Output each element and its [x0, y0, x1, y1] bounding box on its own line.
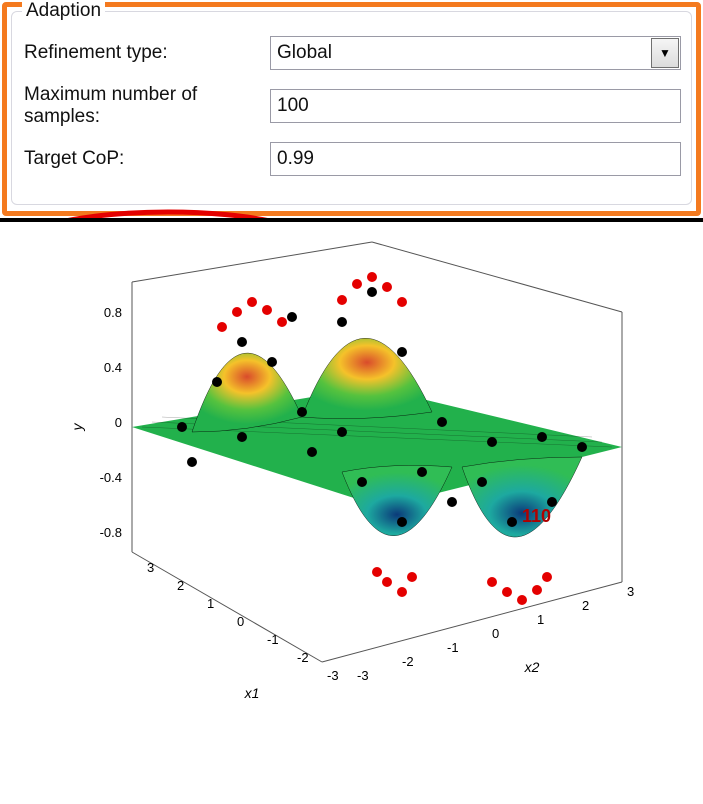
svg-text:3: 3	[627, 584, 634, 599]
svg-text:-0.4: -0.4	[99, 470, 121, 485]
input-target-cop[interactable]	[270, 142, 681, 176]
svg-text:-2: -2	[297, 650, 309, 665]
x1-axis-ticks: 3 2 1 0 -1 -2 -3	[147, 560, 339, 683]
svg-text:2: 2	[177, 578, 184, 593]
svg-text:0: 0	[114, 415, 121, 430]
svg-text:0: 0	[492, 626, 499, 641]
x1-axis-label: x1	[243, 685, 259, 701]
svg-text:1: 1	[537, 612, 544, 627]
svg-text:1: 1	[207, 596, 214, 611]
surface-valley-1	[342, 465, 452, 535]
svg-text:0.8: 0.8	[103, 305, 121, 320]
svg-text:2: 2	[582, 598, 589, 613]
x2-axis-label: x2	[523, 659, 539, 675]
z-axis-ticks: 0.8 0.4 0 -0.4 -0.8	[99, 305, 121, 540]
label-target-cop: Target CoP:	[22, 148, 270, 170]
svg-text:-0.8: -0.8	[99, 525, 121, 540]
x2-axis-ticks: -3 -2 -1 0 1 2 3	[357, 584, 634, 683]
plot-annotation-110: 110	[522, 506, 551, 526]
svg-text:-3: -3	[357, 668, 369, 683]
surface-plot-3d: 0.8 0.4 0 -0.4 -0.8 y 3 2 1 0 -1 -2 -3 x…	[0, 218, 703, 712]
svg-text:-1: -1	[447, 640, 459, 655]
svg-text:-1: -1	[267, 632, 279, 647]
adaption-panel-highlight: Adaption Refinement type: ▼ Maximum numb…	[2, 2, 701, 216]
input-max-samples[interactable]	[270, 89, 681, 123]
surface-peak-1	[192, 353, 302, 432]
row-target-cop: Target CoP:	[22, 142, 681, 176]
dropdown-refinement-type-value[interactable]	[270, 36, 681, 70]
row-refinement-type: Refinement type: ▼	[22, 36, 681, 70]
z-axis-label: y	[69, 423, 85, 432]
dropdown-refinement-type[interactable]: ▼	[270, 36, 681, 70]
chevron-down-icon[interactable]: ▼	[651, 38, 679, 68]
label-max-samples: Maximum number of samples:	[22, 84, 270, 128]
row-max-samples: Maximum number of samples:	[22, 84, 681, 128]
svg-text:-3: -3	[327, 668, 339, 683]
label-refinement-type: Refinement type:	[22, 42, 270, 64]
svg-text:3: 3	[147, 560, 154, 575]
adaption-groupbox: Adaption Refinement type: ▼ Maximum numb…	[11, 11, 692, 205]
svg-text:-2: -2	[402, 654, 414, 669]
svg-text:0: 0	[237, 614, 244, 629]
svg-text:0.4: 0.4	[103, 360, 121, 375]
groupbox-title: Adaption	[22, 0, 105, 22]
surface-peak-2	[302, 338, 432, 418]
surface-plot-svg: 0.8 0.4 0 -0.4 -0.8 y 3 2 1 0 -1 -2 -3 x…	[42, 222, 662, 712]
